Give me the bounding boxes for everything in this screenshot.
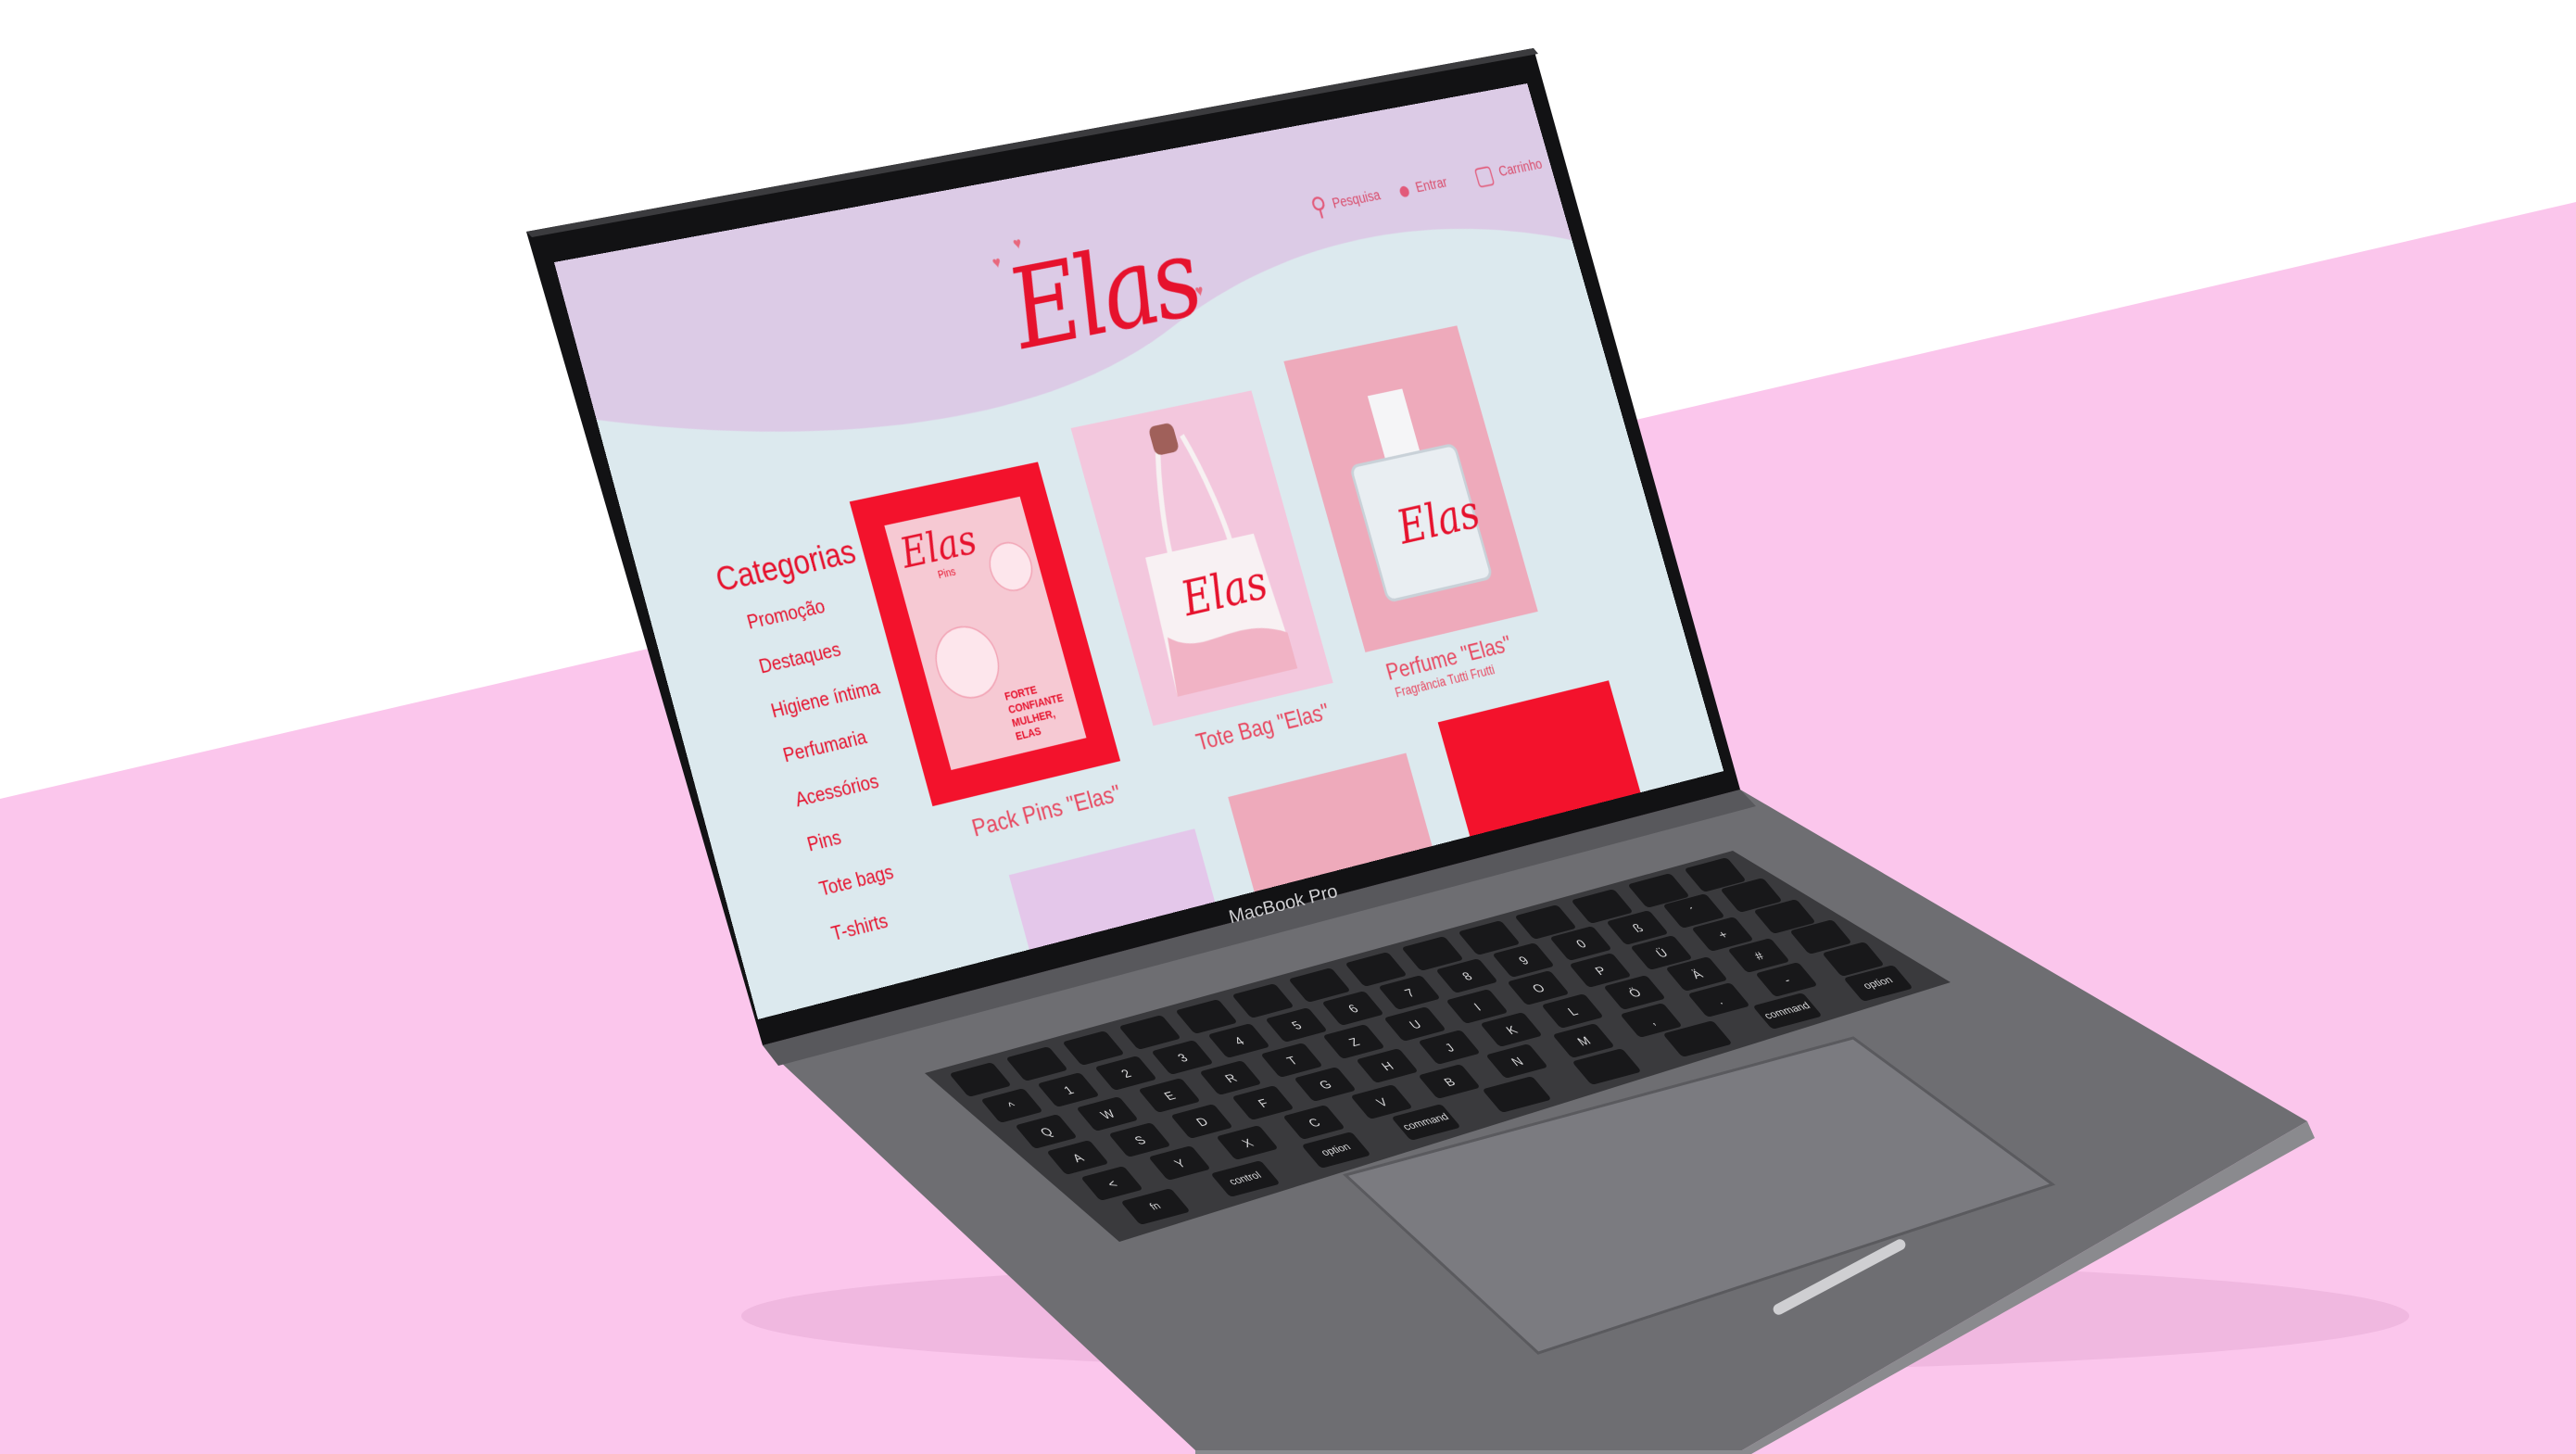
pin-badge [928, 620, 1007, 704]
sidebar-item-destaques[interactable]: Destaques [756, 630, 874, 678]
product-slogan: FORTE CONFIANTE MULHER, ELAS [1004, 676, 1080, 744]
sidebar-item-tote-bags[interactable]: Tote bags [816, 851, 934, 902]
sidebar-item-perfumaria[interactable]: Perfumaria [780, 718, 898, 767]
nav-label: Carrinho [1496, 156, 1544, 180]
sidebar-item-higiene[interactable]: Higiene íntima [768, 675, 886, 724]
sidebar-item-tshirts[interactable]: T-shirts [828, 895, 946, 946]
nav-label: Pesquisa [1331, 187, 1383, 212]
pin-badge [984, 538, 1039, 596]
mockup-scene: ^ 1 2 3 4 5 6 7 8 9 0 ß ´ Q W E R T Z U I O P Ü + A S D F G H J K L Ö Ä # < Y X… [0, 0, 2576, 1454]
sidebar-item-pins[interactable]: Pins [804, 806, 922, 856]
perfume-image [1283, 325, 1537, 652]
product-card-perfume[interactable]: Elas [1283, 325, 1537, 652]
product-card-tote[interactable]: Elas [1071, 390, 1333, 726]
nav-label: Entrar [1414, 174, 1449, 196]
sidebar-item-promocao[interactable]: Promoção [744, 587, 862, 634]
product-tag: Pins [937, 565, 957, 581]
sidebar-item-acessorios[interactable]: Acessórios [792, 763, 910, 813]
product-image: Elas Pins FORTE CONFIANTE MULHER, ELAS [884, 497, 1086, 770]
tote-bag-image [1071, 390, 1333, 726]
sidebar-title: Categorias [712, 535, 852, 600]
